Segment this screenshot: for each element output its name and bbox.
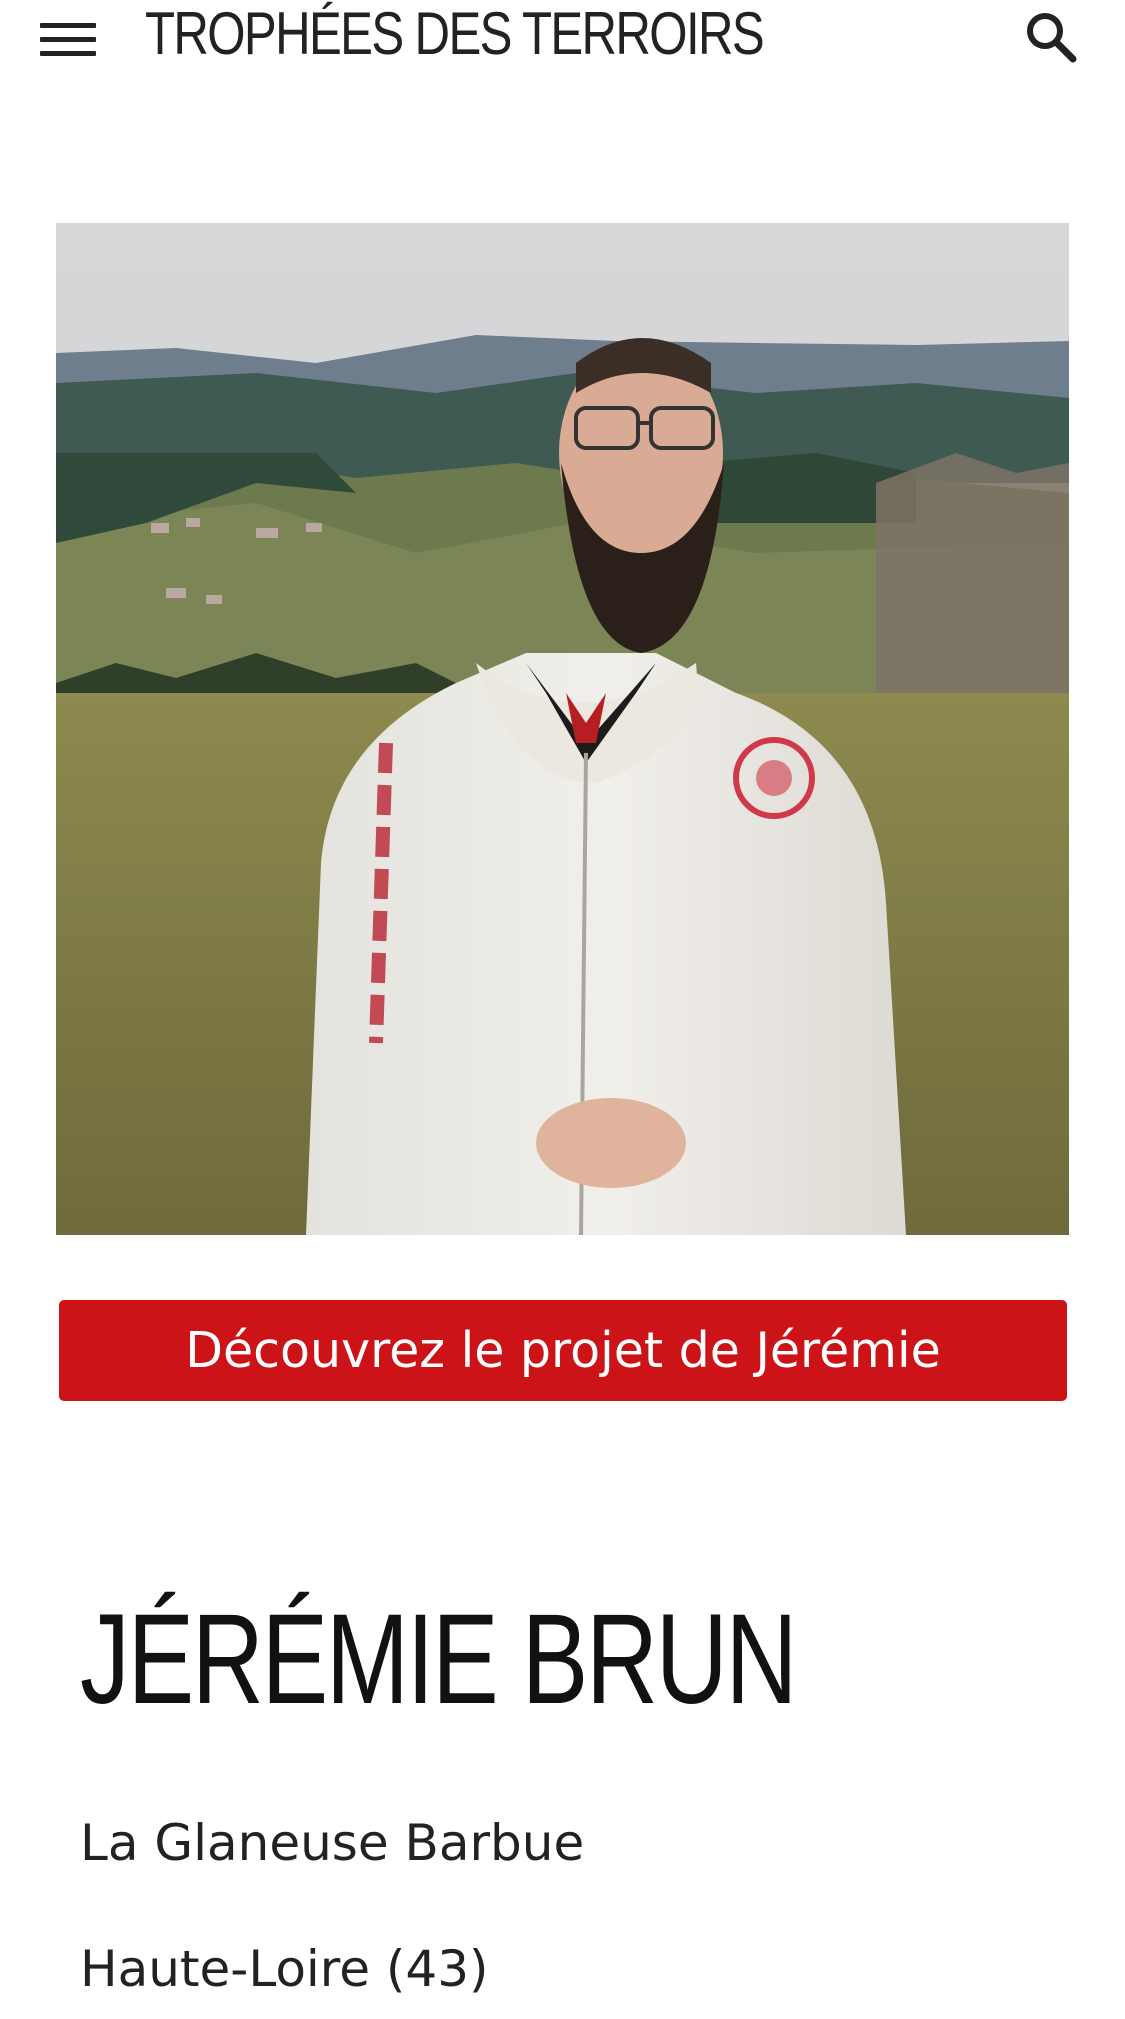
discover-project-button[interactable]: Découvrez le projet de Jérémie	[59, 1300, 1067, 1401]
business-name: La Glaneuse Barbue	[80, 1814, 585, 1872]
search-icon[interactable]	[1020, 6, 1084, 70]
top-app-bar: TROPHÉES DES TERROIRS	[0, 0, 1125, 80]
person-name: JÉRÉMIE BRUN	[80, 1588, 798, 1731]
menu-icon[interactable]	[40, 14, 104, 64]
menu-bar	[40, 36, 96, 42]
site-title[interactable]: TROPHÉES DES TERROIRS	[145, 0, 765, 74]
menu-bar	[40, 50, 96, 56]
portrait-photo	[56, 223, 1069, 1235]
menu-bar	[40, 22, 96, 28]
department: Haute-Loire (43)	[80, 1940, 489, 1998]
